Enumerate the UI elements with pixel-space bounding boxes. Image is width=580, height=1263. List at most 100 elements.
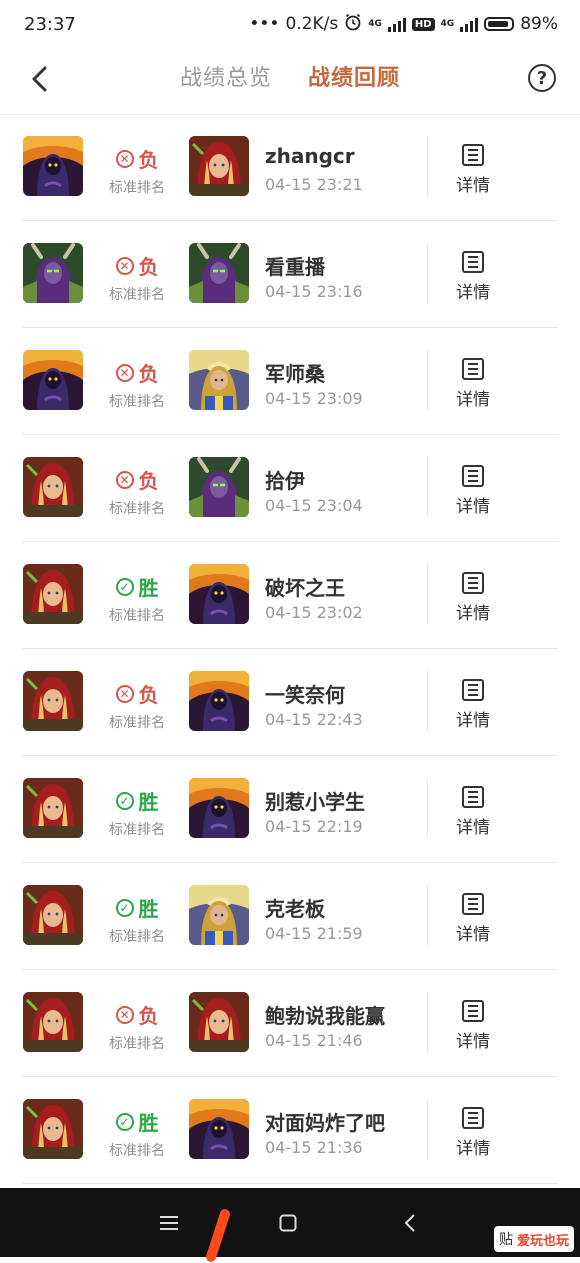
- game-mode: 标准排名: [109, 1036, 165, 1052]
- signal-icon-2: [460, 16, 479, 32]
- game-mode: 标准排名: [109, 715, 165, 731]
- match-row: ✕ 负 标准排名 军师桑 04-15 23:09 详情: [0, 328, 580, 435]
- my-hero-avatar: [23, 350, 83, 410]
- match-result: ✕ 负 标准排名: [104, 358, 170, 411]
- detail-button[interactable]: 详情: [447, 1107, 499, 1159]
- result-line: ✓ 胜: [104, 572, 170, 601]
- alarm-icon: [344, 13, 362, 36]
- match-time: 04-15 23:02: [265, 603, 363, 622]
- detail-label: 详情: [456, 283, 490, 303]
- detail-button[interactable]: 详情: [447, 679, 499, 731]
- result-line: ✕ 负: [104, 1000, 170, 1029]
- document-icon: [462, 144, 484, 166]
- tab-overview[interactable]: 战绩总览: [180, 60, 272, 92]
- detail-label: 详情: [456, 1032, 490, 1052]
- result-text: 胜: [138, 790, 159, 814]
- match-result: ✓ 胜 标准排名: [104, 1107, 170, 1160]
- divider: [427, 778, 428, 838]
- game-mode: 标准排名: [109, 501, 165, 517]
- opponent-name: 一笑奈何: [265, 683, 345, 707]
- game-mode: 标准排名: [109, 1143, 165, 1159]
- detail-button[interactable]: 详情: [447, 251, 499, 303]
- detail-button[interactable]: 详情: [447, 786, 499, 838]
- opponent-name: 鲍勃说我能赢: [265, 1004, 385, 1028]
- game-mode: 标准排名: [109, 929, 165, 945]
- watermark-text: 爱玩也玩: [516, 1233, 569, 1249]
- document-icon: [462, 358, 484, 380]
- result-text: 胜: [138, 1111, 159, 1135]
- more-dots-icon: •••: [249, 14, 280, 34]
- question-icon: ?: [536, 67, 548, 89]
- check-circle-icon: ✓: [115, 791, 134, 810]
- result-text: 负: [138, 255, 159, 279]
- detail-label: 详情: [456, 176, 490, 196]
- document-icon: [462, 786, 484, 808]
- match-time: 04-15 23:16: [265, 282, 363, 301]
- result-text: 负: [138, 1004, 159, 1028]
- result-line: ✓ 胜: [104, 1107, 170, 1136]
- match-row: ✕ 负 标准排名 看重播 04-15 23:16 详情: [0, 221, 580, 328]
- home-button[interactable]: [273, 1208, 303, 1238]
- my-hero-avatar: [23, 885, 83, 945]
- match-time: 04-15 21:46: [265, 1031, 363, 1050]
- opponent-name: 军师桑: [265, 362, 325, 386]
- signal-icon: [387, 16, 406, 32]
- match-row: ✓ 胜 标准排名 克老板 04-15 21:59 详情: [0, 863, 580, 970]
- help-button[interactable]: ?: [528, 64, 556, 92]
- nav-back-button[interactable]: [395, 1208, 425, 1238]
- detail-button[interactable]: 详情: [447, 465, 499, 517]
- opponent-name: 拾伊: [265, 469, 305, 493]
- result-line: ✕ 负: [104, 679, 170, 708]
- detail-button[interactable]: 详情: [447, 893, 499, 945]
- cross-circle-icon: ✕: [115, 363, 134, 382]
- hd-badge: HD: [411, 17, 435, 31]
- match-result: ✕ 负 标准排名: [104, 1000, 170, 1053]
- watermark: 贴 爱玩也玩: [493, 1226, 574, 1252]
- match-row: ✓ 胜 标准排名 破坏之王 04-15 23:02 详情: [0, 542, 580, 649]
- detail-button[interactable]: 详情: [447, 144, 499, 196]
- opponent-hero-avatar: [189, 992, 249, 1052]
- detail-button[interactable]: 详情: [447, 358, 499, 410]
- opponent-name: 别惹小学生: [265, 790, 365, 814]
- result-line: ✕ 负: [104, 465, 170, 494]
- page-header: 战绩总览 战绩回顾 ?: [0, 48, 580, 115]
- detail-button[interactable]: 详情: [447, 1000, 499, 1052]
- match-list: ✕ 负 标准排名 zhangcr 04-15 23:21 详情 ✕ 负 标准排名…: [0, 114, 580, 1184]
- divider: [427, 992, 428, 1052]
- divider: [427, 564, 428, 624]
- game-mode: 标准排名: [109, 180, 165, 196]
- divider: [427, 243, 428, 303]
- detail-label: 详情: [456, 818, 490, 838]
- match-row: ✕ 负 标准排名 拾伊 04-15 23:04 详情: [0, 435, 580, 542]
- result-text: 负: [138, 469, 159, 493]
- cross-circle-icon: ✕: [115, 470, 134, 489]
- check-circle-icon: ✓: [115, 577, 134, 596]
- network-speed: 0.2K/s: [285, 14, 339, 34]
- opponent-hero-avatar: [189, 457, 249, 517]
- match-time: 04-15 21:36: [265, 1138, 363, 1157]
- document-icon: [462, 572, 484, 594]
- match-time: 04-15 22:43: [265, 710, 363, 729]
- match-row: ✓ 胜 标准排名 对面妈炸了吧 04-15 21:36 详情: [0, 1077, 580, 1184]
- match-result: ✕ 负 标准排名: [104, 144, 170, 197]
- match-time: 04-15 21:59: [265, 924, 363, 943]
- divider: [427, 457, 428, 517]
- tab-review[interactable]: 战绩回顾: [308, 60, 400, 92]
- opponent-name: zhangcr: [265, 144, 355, 168]
- network-type-2: 4G: [440, 19, 455, 29]
- my-hero-avatar: [23, 992, 83, 1052]
- menu-button[interactable]: [154, 1208, 184, 1238]
- match-result: ✕ 负 标准排名: [104, 679, 170, 732]
- match-row: ✕ 负 标准排名 一笑奈何 04-15 22:43 详情: [0, 649, 580, 756]
- status-icons: ••• 0.2K/s 4G HD 4G 89%: [249, 13, 558, 36]
- cross-circle-icon: ✕: [115, 149, 134, 168]
- match-time: 04-15 23:09: [265, 389, 363, 408]
- document-icon: [462, 1000, 484, 1022]
- match-row: ✕ 负 标准排名 鲍勃说我能赢 04-15 21:46 详情: [0, 970, 580, 1077]
- my-hero-avatar: [23, 136, 83, 196]
- divider: [427, 1099, 428, 1159]
- opponent-hero-avatar: [189, 350, 249, 410]
- result-line: ✓ 胜: [104, 786, 170, 815]
- detail-button[interactable]: 详情: [447, 572, 499, 624]
- match-result: ✕ 负 标准排名: [104, 465, 170, 518]
